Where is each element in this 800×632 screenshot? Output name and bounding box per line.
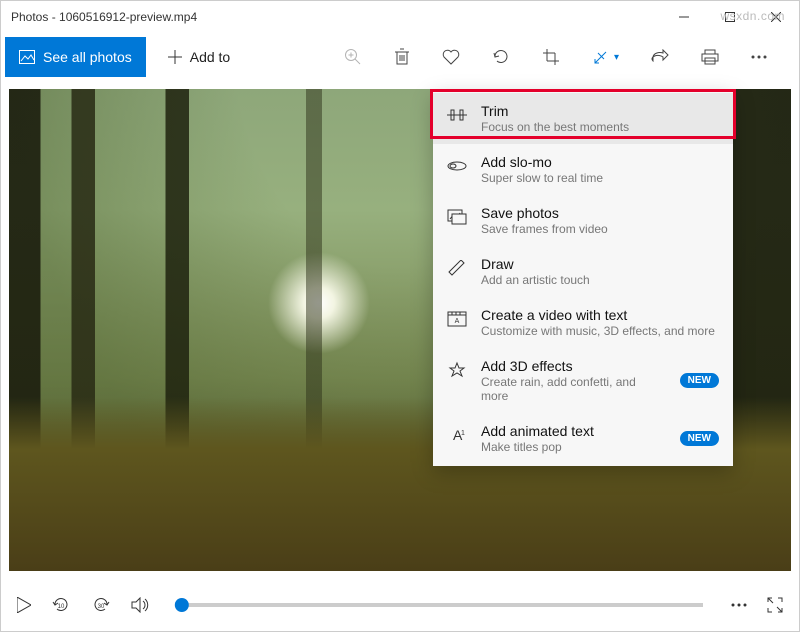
- svg-text:30: 30: [98, 604, 105, 610]
- menu-item-trim[interactable]: Trim Focus on the best moments: [433, 93, 733, 144]
- svg-text:A: A: [455, 318, 460, 325]
- watermark: wsxdn.com: [720, 9, 785, 23]
- zoom-icon[interactable]: [344, 48, 362, 66]
- menu-title: Draw: [481, 256, 719, 272]
- window-title: Photos - 1060516912-preview.mp4: [11, 10, 197, 24]
- rotate-icon[interactable]: [492, 48, 510, 66]
- slomo-icon: [447, 156, 467, 176]
- player-more-button[interactable]: [731, 603, 747, 607]
- menu-title: Trim: [481, 103, 719, 119]
- skip-forward-30-button[interactable]: 30: [91, 595, 111, 615]
- skip-back-10-button[interactable]: 10: [51, 595, 71, 615]
- titlebar: Photos - 1060516912-preview.mp4: [1, 1, 799, 33]
- trim-icon: [447, 105, 467, 125]
- svg-text:1: 1: [461, 430, 465, 437]
- edit-create-menu: Trim Focus on the best moments Add slo-m…: [433, 91, 733, 466]
- menu-item-draw[interactable]: Draw Add an artistic touch: [433, 246, 733, 297]
- menu-sub: Make titles pop: [481, 440, 666, 454]
- video-text-icon: A: [447, 309, 467, 329]
- menu-item-save-photos[interactable]: Save photos Save frames from video: [433, 195, 733, 246]
- svg-text:10: 10: [58, 604, 65, 610]
- menu-title: Add animated text: [481, 423, 666, 439]
- fullscreen-button[interactable]: [767, 597, 783, 613]
- new-badge: NEW: [680, 431, 719, 446]
- menu-item-animated-text[interactable]: A1 Add animated text Make titles pop NEW: [433, 413, 733, 464]
- effects-icon: [447, 360, 467, 380]
- seek-thumb[interactable]: [175, 598, 189, 612]
- favorite-icon[interactable]: [442, 49, 460, 65]
- print-icon[interactable]: [701, 49, 719, 65]
- photos-icon: [19, 50, 35, 64]
- menu-title: Add 3D effects: [481, 358, 666, 374]
- save-photos-icon: [447, 207, 467, 227]
- toolbar: See all photos Add to ▾: [1, 33, 799, 81]
- new-badge: NEW: [680, 373, 719, 388]
- menu-sub: Focus on the best moments: [481, 120, 719, 134]
- minimize-button[interactable]: [661, 1, 707, 33]
- toolbar-icons: ▾: [344, 48, 795, 66]
- menu-sub: Create rain, add confetti, and more: [481, 375, 666, 403]
- player-bar: 10 30: [1, 579, 799, 631]
- delete-icon[interactable]: [394, 48, 410, 66]
- menu-sub: Save frames from video: [481, 222, 719, 236]
- seek-bar[interactable]: [179, 603, 703, 607]
- add-to-button[interactable]: Add to: [154, 37, 244, 77]
- animated-text-icon: A1: [447, 425, 467, 445]
- menu-item-slomo[interactable]: Add slo-mo Super slow to real time: [433, 144, 733, 195]
- see-all-photos-label: See all photos: [43, 49, 132, 65]
- menu-title: Create a video with text: [481, 307, 719, 323]
- draw-icon: [447, 258, 467, 278]
- menu-title: Save photos: [481, 205, 719, 221]
- share-icon[interactable]: [651, 49, 669, 65]
- menu-sub: Add an artistic touch: [481, 273, 719, 287]
- more-icon[interactable]: [751, 55, 767, 59]
- menu-title: Add slo-mo: [481, 154, 719, 170]
- menu-sub: Customize with music, 3D effects, and mo…: [481, 324, 719, 338]
- menu-item-create-video[interactable]: A Create a video with text Customize wit…: [433, 297, 733, 348]
- add-to-label: Add to: [190, 49, 230, 65]
- plus-icon: [168, 50, 182, 64]
- volume-button[interactable]: [131, 597, 151, 613]
- see-all-photos-button[interactable]: See all photos: [5, 37, 146, 77]
- edit-create-button[interactable]: ▾: [592, 48, 619, 66]
- menu-sub: Super slow to real time: [481, 171, 719, 185]
- chevron-down-icon: ▾: [614, 52, 619, 63]
- play-button[interactable]: [17, 597, 31, 613]
- menu-item-3d-effects[interactable]: Add 3D effects Create rain, add confetti…: [433, 348, 733, 413]
- crop-icon[interactable]: [542, 48, 560, 66]
